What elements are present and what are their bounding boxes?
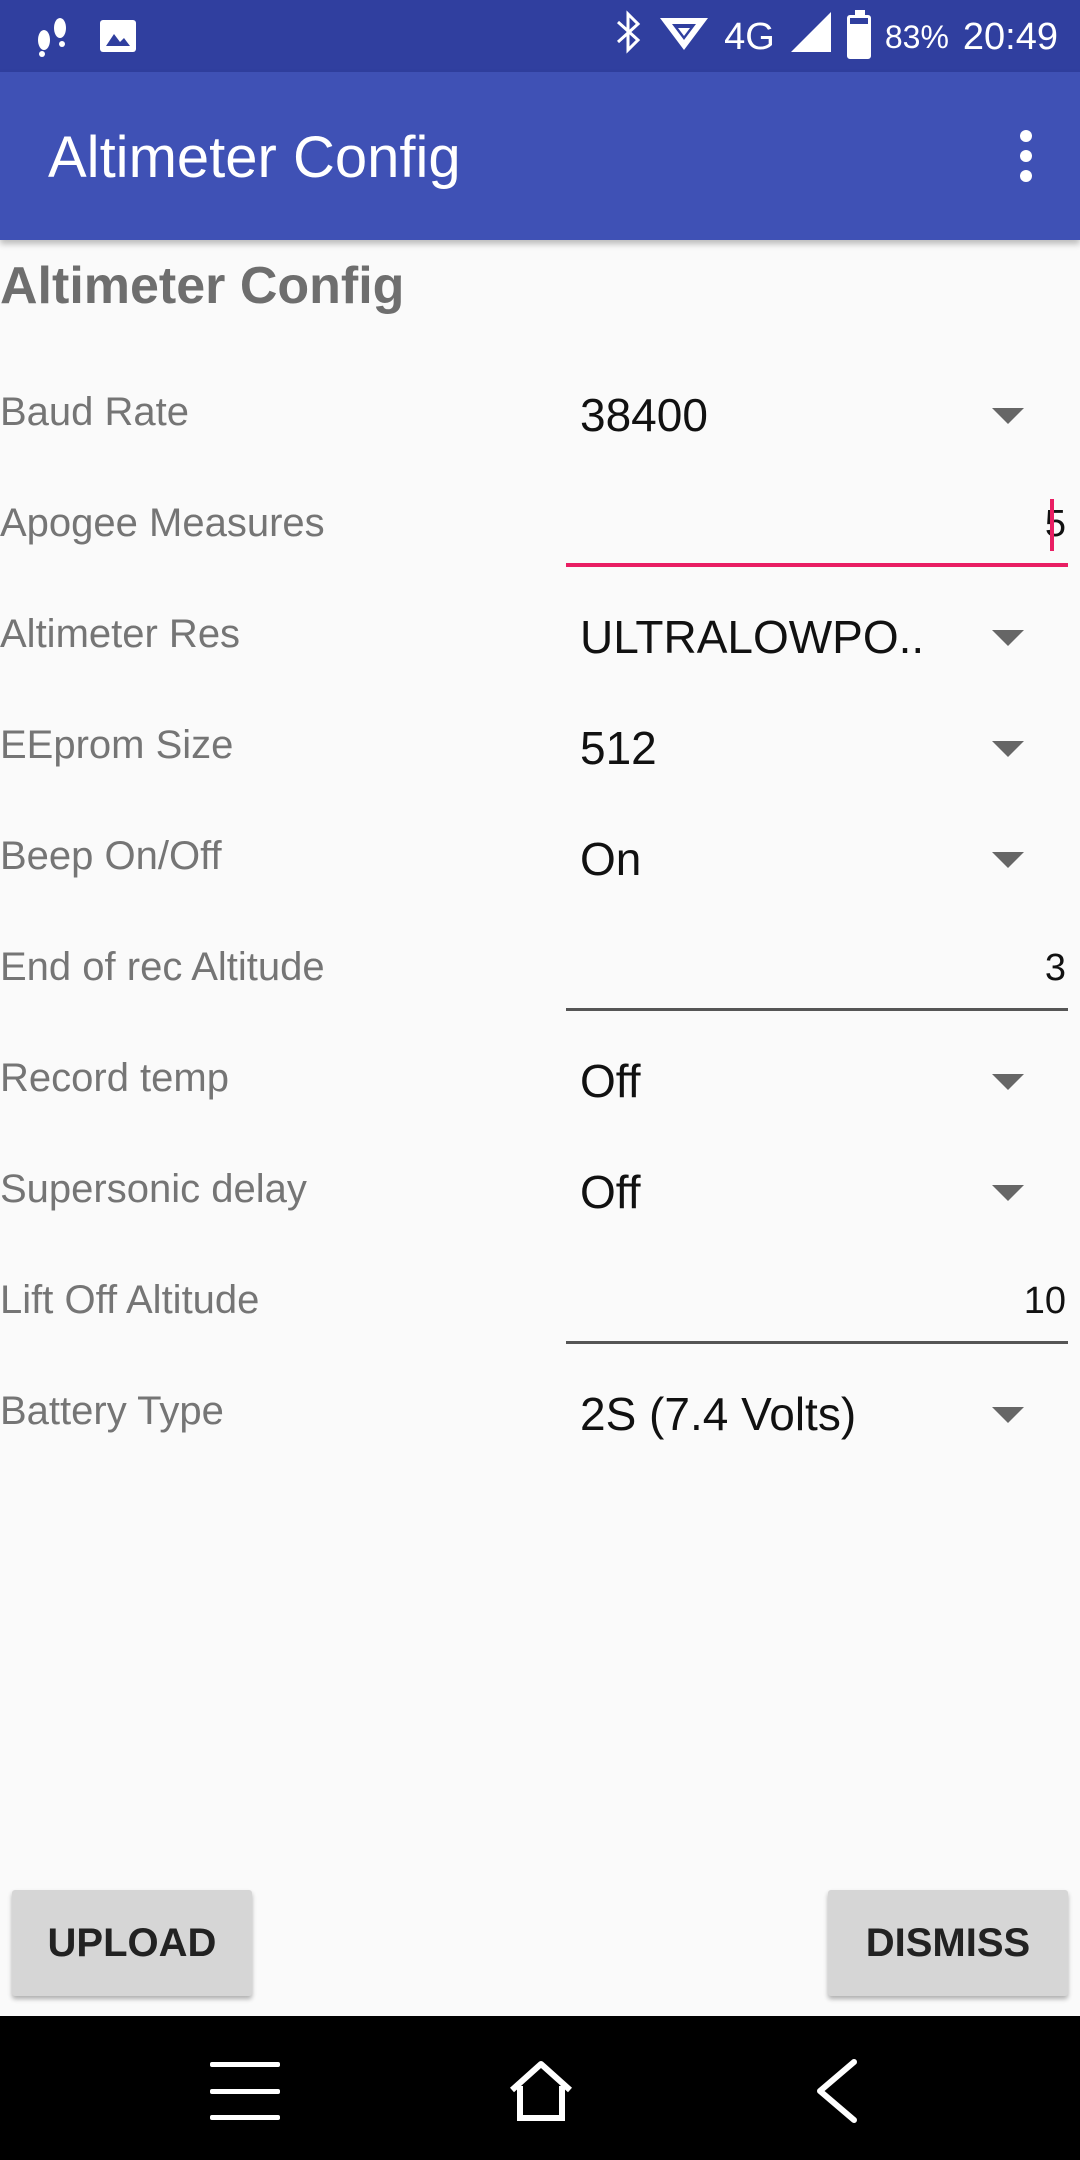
app-title: Altimeter Config	[48, 125, 461, 190]
battery-type-value: 2S (7.4 Volts)	[580, 1388, 857, 1440]
signal-icon	[789, 10, 833, 64]
dropdown-arrow-icon	[992, 852, 1024, 868]
eeprom-size-spinner[interactable]: 512	[566, 707, 1066, 787]
supersonic-delay-value: Off	[580, 1166, 641, 1218]
baud-rate-label: Baud Rate	[0, 390, 190, 434]
beep-value: On	[580, 833, 642, 885]
baud-rate-spinner[interactable]: 38400	[566, 374, 1066, 454]
text-cursor	[1050, 499, 1054, 551]
supersonic-delay-label: Supersonic delay	[0, 1167, 307, 1211]
menu-icon[interactable]	[210, 2056, 280, 2126]
battery-icon	[846, 10, 871, 59]
altimeter-res-spinner[interactable]: ULTRALOWPO..	[566, 596, 1066, 676]
row-supersonic-delay: Supersonic delay Off	[0, 1139, 1080, 1249]
dropdown-arrow-icon	[992, 741, 1024, 757]
end-of-rec-altitude-input[interactable]	[586, 947, 1066, 990]
row-record-temp: Record temp Off	[0, 1028, 1080, 1138]
altimeter-res-value: ULTRALOWPO..	[580, 611, 925, 663]
dropdown-arrow-icon	[992, 1407, 1024, 1423]
row-apogee-measures: Apogee Measures	[0, 473, 1080, 583]
app-bar: Altimeter Config	[0, 72, 1080, 240]
supersonic-delay-spinner[interactable]: Off	[566, 1151, 1066, 1231]
row-battery-type: Battery Type 2S (7.4 Volts)	[0, 1361, 1080, 1471]
row-lift-off-altitude: Lift Off Altitude	[0, 1250, 1080, 1360]
back-icon[interactable]	[806, 2056, 876, 2126]
row-altimeter-res: Altimeter Res ULTRALOWPO..	[0, 584, 1080, 694]
home-icon[interactable]	[506, 2056, 576, 2126]
lift-off-altitude-input[interactable]	[586, 1280, 1066, 1323]
lift-off-altitude-field[interactable]	[566, 1264, 1068, 1344]
battery-type-spinner[interactable]: 2S (7.4 Volts)	[566, 1373, 1066, 1453]
dropdown-arrow-icon	[992, 1074, 1024, 1090]
dismiss-button[interactable]: DISMISS	[828, 1890, 1068, 1996]
apogee-measures-input[interactable]	[586, 503, 1066, 546]
more-vert-icon[interactable]	[1014, 130, 1038, 182]
row-baud-rate: Baud Rate 38400	[0, 362, 1080, 472]
upload-button[interactable]: UPLOAD	[12, 1890, 252, 1996]
end-of-rec-altitude-field[interactable]	[566, 931, 1068, 1011]
beep-label: Beep On/Off	[0, 834, 222, 878]
row-eeprom-size: EEprom Size 512	[0, 695, 1080, 805]
record-temp-spinner[interactable]: Off	[566, 1040, 1066, 1120]
dropdown-arrow-icon	[992, 630, 1024, 646]
baud-rate-value: 38400	[580, 389, 708, 441]
record-temp-label: Record temp	[0, 1056, 229, 1100]
footsteps-icon	[30, 14, 74, 63]
wifi-icon	[658, 10, 710, 64]
row-beep: Beep On/Off On	[0, 806, 1080, 916]
navigation-bar	[0, 2016, 1080, 2160]
battery-type-label: Battery Type	[0, 1389, 224, 1433]
beep-spinner[interactable]: On	[566, 818, 1066, 898]
dropdown-arrow-icon	[992, 408, 1024, 424]
dropdown-arrow-icon	[992, 1185, 1024, 1201]
image-icon	[98, 16, 138, 61]
lift-off-altitude-label: Lift Off Altitude	[0, 1278, 260, 1322]
eeprom-size-label: EEprom Size	[0, 723, 234, 767]
row-end-of-rec-altitude: End of rec Altitude	[0, 917, 1080, 1027]
network-type: 4G	[724, 15, 775, 58]
end-of-rec-altitude-label: End of rec Altitude	[0, 945, 325, 989]
altimeter-res-label: Altimeter Res	[0, 612, 241, 656]
clock: 20:49	[962, 15, 1058, 58]
bluetooth-icon	[614, 10, 644, 64]
record-temp-value: Off	[580, 1055, 641, 1107]
section-title: Altimeter Config	[0, 257, 405, 315]
apogee-measures-label: Apogee Measures	[0, 501, 325, 545]
apogee-measures-field[interactable]	[566, 487, 1068, 567]
battery-percent: 83%	[884, 18, 949, 55]
status-bar: 4G 83% 20:49	[0, 0, 1080, 72]
eeprom-size-value: 512	[580, 722, 657, 774]
